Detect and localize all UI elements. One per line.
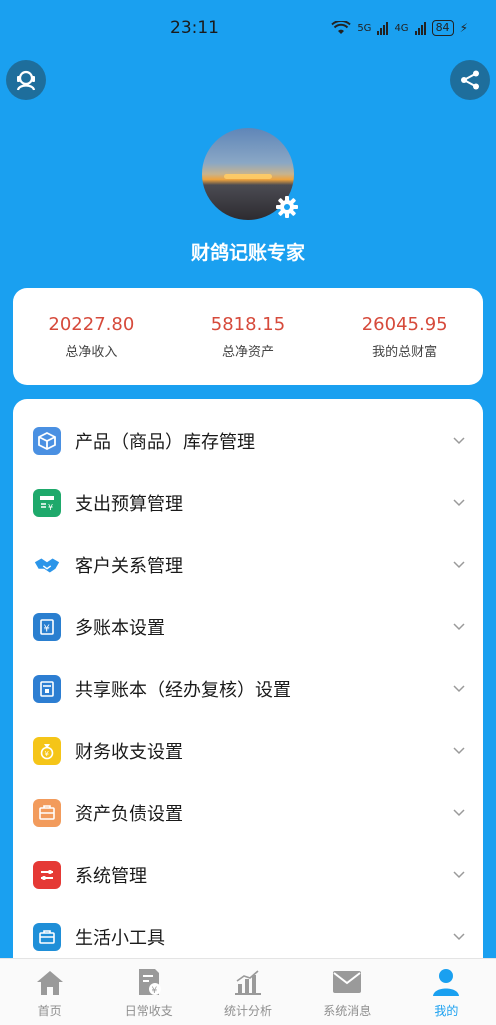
home-icon xyxy=(36,971,63,995)
signal-icon xyxy=(414,21,426,35)
nav-label: 系统消息 xyxy=(323,1004,372,1018)
tab-home[interactable]: 首页 xyxy=(0,959,99,1025)
network-4g-label: 4G xyxy=(394,22,409,34)
menu-item-budget[interactable]: ¥ 支出预算管理 xyxy=(13,472,483,534)
chevron-down-icon xyxy=(453,437,465,445)
stat-value: 26045.95 xyxy=(361,314,448,335)
menu-label: 系统管理 xyxy=(75,866,147,887)
settings-gear-icon[interactable] xyxy=(274,194,300,220)
stat-net-assets[interactable]: 5818.15 总净资产 xyxy=(170,288,327,385)
menu-label: 产品（商品）库存管理 xyxy=(75,432,255,453)
stat-label: 总净资产 xyxy=(222,345,275,360)
menu-label: 生活小工具 xyxy=(75,928,165,949)
chart-icon xyxy=(235,970,261,995)
stat-value: 20227.80 xyxy=(48,314,135,335)
svg-text:¥: ¥ xyxy=(44,624,50,635)
handshake-icon xyxy=(33,551,61,579)
menu-item-crm[interactable]: 客户关系管理 xyxy=(13,534,483,596)
stats-card: 20227.80 总净收入 5818.15 总净资产 26045.95 我的总财… xyxy=(13,288,483,385)
share-button[interactable] xyxy=(450,60,490,100)
chevron-down-icon xyxy=(453,685,465,693)
stat-total-wealth[interactable]: 26045.95 我的总财富 xyxy=(326,288,483,385)
stat-label: 总净收入 xyxy=(65,345,118,360)
menu-label: 客户关系管理 xyxy=(75,556,183,577)
svg-text:¥: ¥ xyxy=(45,750,50,758)
menu-item-shared-ledger[interactable]: 共享账本（经办复核）设置 xyxy=(13,658,483,720)
tab-mine[interactable]: 我的 xyxy=(397,959,496,1025)
menu-label: 共享账本（经办复核）设置 xyxy=(75,680,291,701)
user-icon xyxy=(433,969,460,996)
chevron-down-icon xyxy=(453,809,465,817)
tab-statistics[interactable]: 统计分析 xyxy=(198,959,297,1025)
tab-messages[interactable]: 系统消息 xyxy=(298,959,397,1025)
chevron-down-icon xyxy=(453,747,465,755)
battery-indicator: 84 xyxy=(431,20,454,36)
menu-item-multi-ledger[interactable]: ¥ 多账本设置 xyxy=(13,596,483,658)
status-bar: 23:11 5G 4G 84 ⚡ xyxy=(0,0,496,56)
chevron-down-icon xyxy=(453,561,465,569)
shared-ledger-icon xyxy=(33,675,61,703)
network-5g-label: 5G xyxy=(357,22,372,34)
charging-icon: ⚡ xyxy=(459,21,468,35)
menu-label: 财务收支设置 xyxy=(75,742,183,763)
money-bag-icon: ¥ xyxy=(33,737,61,765)
signal-icon xyxy=(377,21,389,35)
menu-card: 产品（商品）库存管理 ¥ 支出预算管理 客户关系管理 ¥ 多账本设置 共享账本（… xyxy=(13,399,483,969)
status-time: 23:11 xyxy=(170,18,219,38)
menu-item-inventory[interactable]: 产品（商品）库存管理 xyxy=(13,410,483,472)
menu-item-system-management[interactable]: 系统管理 xyxy=(13,844,483,906)
chevron-down-icon xyxy=(453,871,465,879)
bill-icon: ¥ xyxy=(138,969,161,996)
nav-label: 统计分析 xyxy=(224,1004,273,1018)
menu-label: 多账本设置 xyxy=(75,618,165,639)
cube-icon xyxy=(33,427,61,455)
menu-item-income-expense[interactable]: ¥ 财务收支设置 xyxy=(13,720,483,782)
budget-icon: ¥ xyxy=(33,489,61,517)
stat-label: 我的总财富 xyxy=(372,345,438,360)
stat-net-income[interactable]: 20227.80 总净收入 xyxy=(13,288,170,385)
chevron-down-icon xyxy=(453,623,465,631)
chevron-down-icon xyxy=(453,933,465,941)
svg-text:¥: ¥ xyxy=(151,986,157,996)
menu-label: 资产负债设置 xyxy=(75,804,183,825)
chevron-down-icon xyxy=(453,499,465,507)
menu-label: 支出预算管理 xyxy=(75,494,183,515)
tab-daily[interactable]: ¥ 日常收支 xyxy=(99,959,198,1025)
svg-text:¥: ¥ xyxy=(48,503,53,512)
menu-item-assets-liabilities[interactable]: 资产负债设置 xyxy=(13,782,483,844)
nav-label: 我的 xyxy=(434,1004,459,1018)
bottom-nav: 首页 ¥ 日常收支 统计分析 系统消息 我的 xyxy=(0,958,496,1025)
headset-icon xyxy=(16,70,36,91)
stat-value: 5818.15 xyxy=(210,314,286,335)
profile-name: 财鸽记账专家 xyxy=(190,242,305,264)
system-icon xyxy=(33,861,61,889)
customer-service-button[interactable] xyxy=(6,60,46,100)
status-icons: 5G 4G 84 ⚡ xyxy=(331,20,468,36)
share-icon xyxy=(461,70,479,90)
wifi-icon xyxy=(331,21,352,34)
mail-icon xyxy=(333,971,362,993)
nav-label: 首页 xyxy=(37,1004,62,1018)
asset-icon xyxy=(33,799,61,827)
nav-label: 日常收支 xyxy=(124,1004,173,1018)
toolbox-icon xyxy=(33,923,61,951)
ledger-icon: ¥ xyxy=(33,613,61,641)
